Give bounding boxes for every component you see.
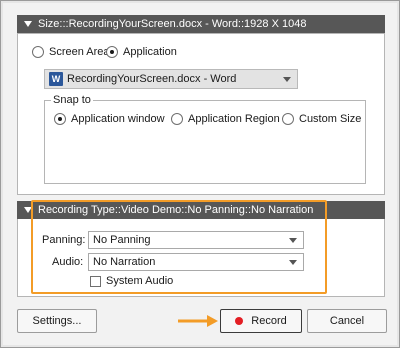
- application-select-value: RecordingYourScreen.docx - Word: [67, 73, 237, 85]
- radio-application-circle[interactable]: [106, 46, 118, 58]
- radio-custom-size-label: Custom Size: [299, 113, 362, 125]
- chevron-down-icon[interactable]: [283, 76, 291, 82]
- radio-application[interactable]: Application: [106, 45, 177, 59]
- settings-button[interactable]: Settings...: [17, 309, 97, 333]
- recording-type-highlight: [31, 200, 327, 294]
- radio-custom-size[interactable]: Custom Size: [282, 112, 361, 126]
- radio-application-region-circle[interactable]: [171, 113, 183, 125]
- radio-application-window-circle[interactable]: [54, 113, 66, 125]
- radio-screen-area-label: Screen Area: [49, 46, 110, 58]
- record-button[interactable]: Record: [220, 309, 302, 333]
- radio-application-window-label: Application window: [71, 113, 165, 125]
- record-dialog: Size:::RecordingYourScreen.docx - Word::…: [0, 0, 400, 348]
- collapse-triangle-icon[interactable]: [24, 21, 32, 27]
- radio-application-label: Application: [123, 46, 177, 58]
- record-dot-icon: [235, 317, 244, 325]
- radio-application-region-label: Application Region: [188, 113, 280, 125]
- radio-application-region[interactable]: Application Region: [171, 112, 280, 126]
- size-panel: Screen Area Application W RecordingYourS…: [17, 33, 385, 195]
- size-section-header[interactable]: Size:::RecordingYourScreen.docx - Word::…: [17, 15, 385, 33]
- radio-screen-area-circle[interactable]: [32, 46, 44, 58]
- settings-button-label: Settings...: [32, 315, 82, 327]
- word-icon: W: [49, 72, 63, 86]
- cancel-button[interactable]: Cancel: [307, 309, 387, 333]
- application-select[interactable]: W RecordingYourScreen.docx - Word: [44, 69, 298, 89]
- cancel-button-label: Cancel: [329, 315, 365, 327]
- snap-to-legend: Snap to: [51, 94, 93, 106]
- pointer-arrow-icon: [178, 315, 218, 327]
- record-button-label: Record: [251, 315, 287, 327]
- radio-screen-area[interactable]: Screen Area: [32, 45, 110, 59]
- snap-to-group: Snap to Application window Application R…: [44, 94, 366, 184]
- radio-custom-size-circle[interactable]: [282, 113, 294, 125]
- radio-application-window[interactable]: Application window: [54, 112, 165, 126]
- size-section-title: Size:::RecordingYourScreen.docx - Word::…: [38, 18, 307, 30]
